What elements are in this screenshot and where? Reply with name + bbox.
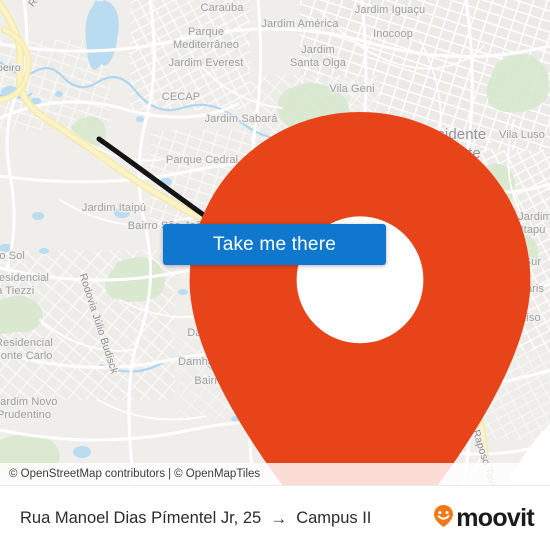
moovit-pin-icon (433, 504, 454, 533)
take-me-there-button[interactable]: Take me there (163, 224, 386, 265)
trip-origin-label: Rua Manoel Dias Pímentel Jr, 25 (20, 508, 262, 527)
attribution-osm[interactable]: © OpenStreetMap contributors (9, 468, 165, 480)
origin-pin[interactable] (85, 102, 531, 485)
moovit-wordmark: moovit (456, 503, 534, 532)
map-attribution: © OpenStreetMap contributors | © OpenMap… (0, 463, 550, 485)
attribution-separator: | (168, 468, 172, 480)
arrow-right-icon: → (270, 508, 288, 528)
trip-footer: Rua Manoel Dias Pímentel Jr, 25 → Campus… (0, 485, 550, 550)
map-canvas[interactable]: Caraúba Jardim Iguaçu Jardim América Parque… (0, 0, 550, 485)
attribution-openmaptiles[interactable]: © OpenMapTiles (174, 468, 260, 480)
moovit-logo[interactable]: moovit (433, 503, 535, 533)
destination-dot[interactable] (434, 339, 550, 485)
trip-destination-label: Campus II (296, 508, 372, 527)
trip-summary: Rua Manoel Dias Pímentel Jr, 25 → Campus… (20, 509, 371, 528)
moovit-trip-preview: Caraúba Jardim Iguaçu Jardim América Parque… (0, 0, 550, 550)
